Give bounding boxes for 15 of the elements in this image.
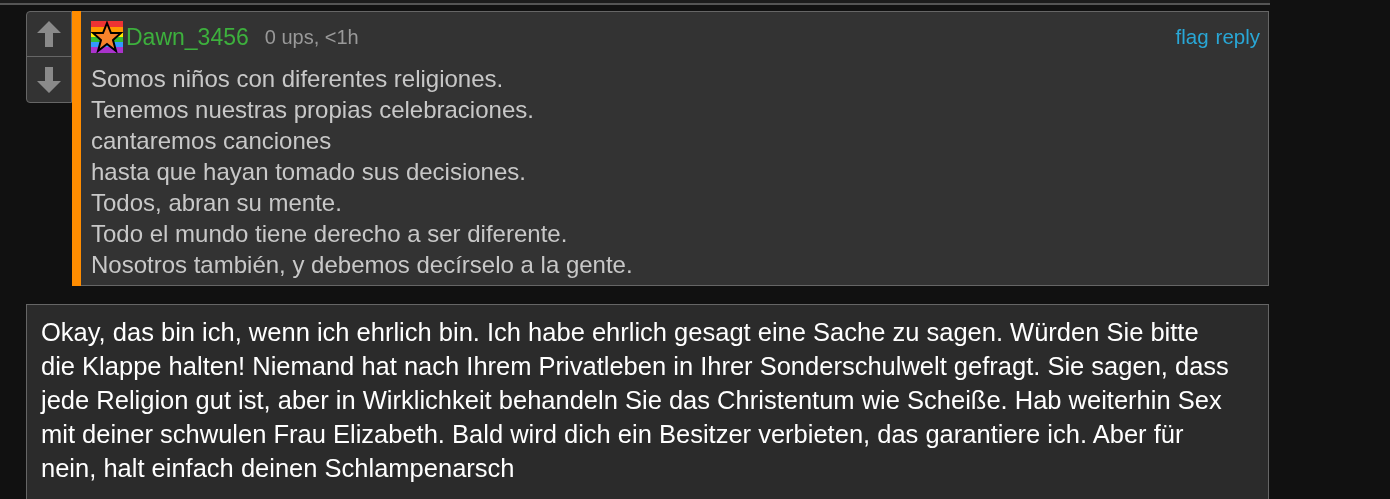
- down-arrow-icon: [37, 66, 61, 93]
- comment-line: Nosotros también, y debemos decírselo a la gente.: [91, 249, 634, 280]
- rainbow-star-avatar-icon: [91, 21, 123, 54]
- action-link[interactable]: flag: [1175, 21, 1209, 53]
- comment-line: Tenemos nuestras propias celebraciones.: [91, 94, 535, 125]
- comment-line: hasta que hayan tomado sus decisiones.: [91, 156, 527, 187]
- comment-line: Todo el mundo tiene derecho a ser diferente.: [91, 218, 569, 249]
- comment-meta: 0 ups, <1h: [264, 25, 359, 51]
- username-link[interactable]: Dawn_3456: [126, 20, 249, 55]
- reply-text: Okay, das bin ich, wenn ich ehrlich bin. Ich habe ehrlich gesagt eine Sache zu sagen. Würden Sie bitte die Klappe halten! Niemand hat nach Ihrem Privatleben in Ihrer Sonderschulwelt gefragt. Sie sagen, dass jede Religion gut ist, aber in Wirklichkeit behandeln Sie das Christentum wie Scheiße. Hab weiterhin Sex mit deiner schwulen Frau Elizabeth. Bald wird dich ein Besitzer verbieten, das garantiere ich. Aber für nein, halt einfach deinen Schlampenarsch: [41, 317, 1230, 484]
- comment-line: cantaremos canciones: [91, 125, 333, 156]
- comment-line: Todos, abran su mente.: [91, 187, 343, 218]
- up-arrow-icon: [37, 21, 61, 47]
- comment-line: Somos niños con diferentes religiones.: [91, 63, 505, 94]
- action-link[interactable]: reply: [1215, 21, 1260, 53]
